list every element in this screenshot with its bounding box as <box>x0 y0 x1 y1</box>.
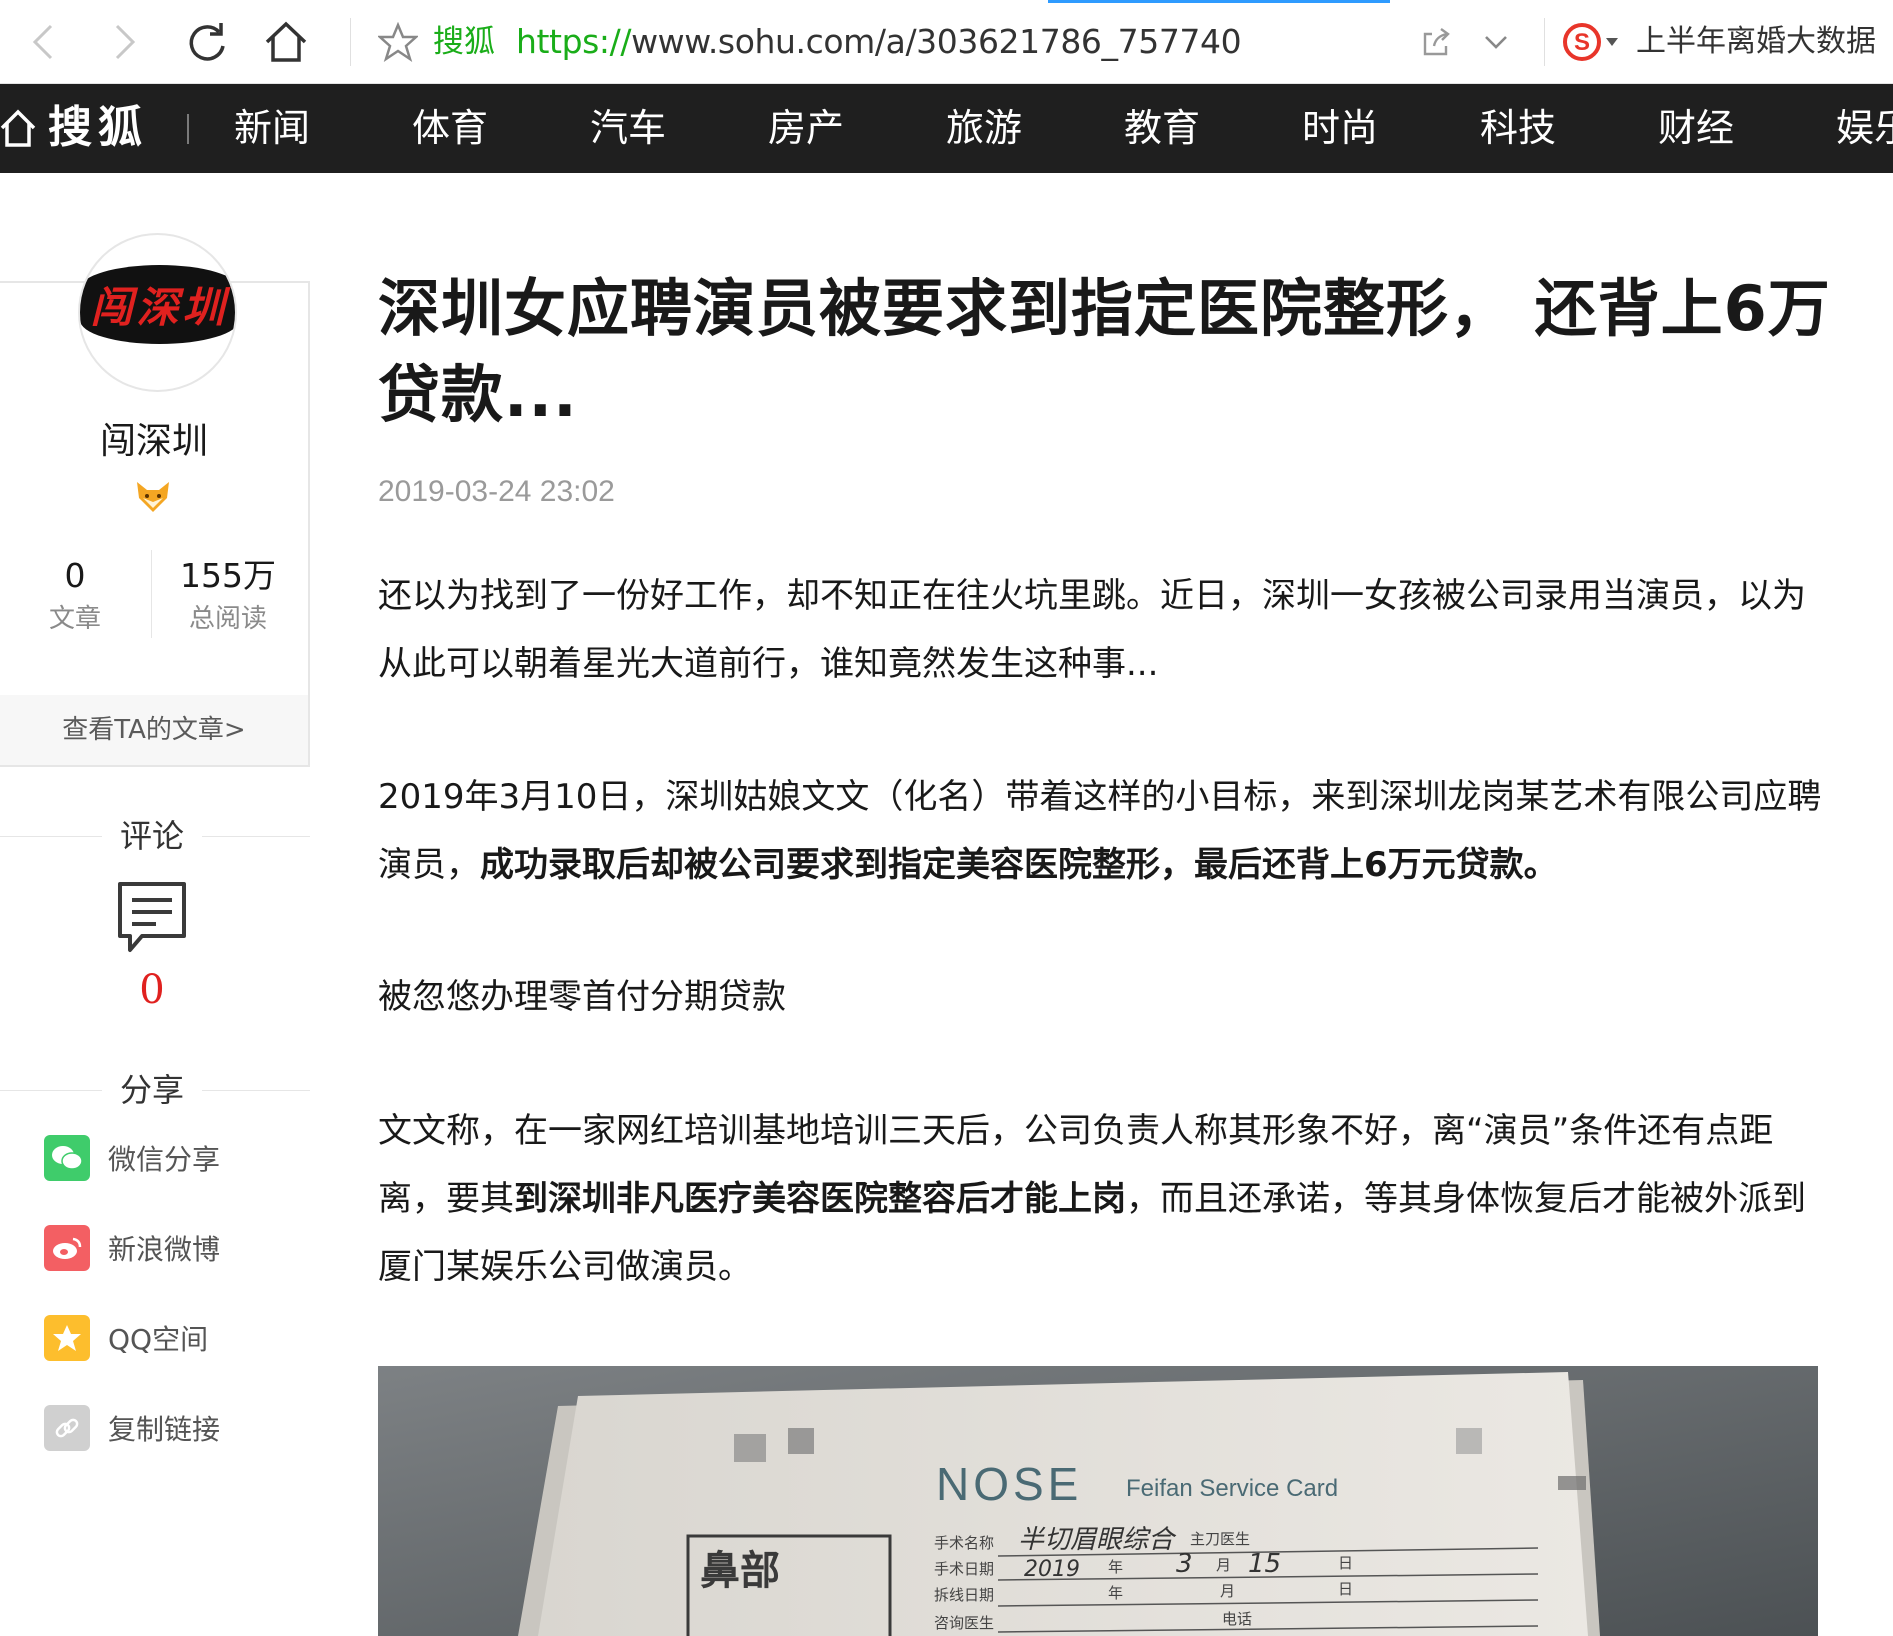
share-qzone[interactable]: QQ空间 <box>44 1315 208 1361</box>
avatar-logo: 闯深圳 <box>80 265 235 344</box>
home-icon[interactable] <box>262 18 310 66</box>
browser-toolbar: 搜狐 https://www.sohu.com/a/303621786_7577… <box>0 0 1893 84</box>
paragraph-2-bold: 成功录取后却被公司要求到指定美容医院整形，最后还背上6万元贷款。 <box>480 845 1558 885</box>
nav-item-finance[interactable]: 财经 <box>1658 98 1734 158</box>
share-qzone-label: QQ空间 <box>108 1323 209 1356</box>
card-row2-day-unit: 日 <box>1338 1554 1353 1572</box>
card-row3-day-unit: 日 <box>1338 1580 1353 1598</box>
card-subtitle: Feifan Service Card <box>1126 1475 1338 1502</box>
toolbar-divider <box>1544 18 1545 66</box>
chevron-down-icon[interactable] <box>1482 30 1510 54</box>
url-path: www.sohu.com/a/303621786_757740 <box>631 22 1242 61</box>
comments-label: 评论 <box>102 814 203 858</box>
nav-item-news[interactable]: 新闻 <box>234 98 310 158</box>
card-row2-year: 2019 <box>1024 1557 1080 1582</box>
svg-text:S: S <box>1574 29 1590 56</box>
comment-icon[interactable] <box>116 880 188 954</box>
card-row2-month: 3 <box>1176 1549 1193 1579</box>
share-wechat-label: 微信分享 <box>108 1143 221 1176</box>
share-page-icon[interactable] <box>1420 26 1452 58</box>
caret-down-icon[interactable] <box>1606 38 1618 48</box>
nav-item-entertainment[interactable]: 娱乐 <box>1836 98 1893 158</box>
card-stamp: 鼻部 <box>700 1547 780 1594</box>
articles-label: 文章 <box>48 604 101 634</box>
article-date: 2019-03-24 23:02 <box>378 475 615 508</box>
wechat-icon <box>44 1135 90 1181</box>
nav-item-education[interactable]: 教育 <box>1124 98 1200 158</box>
site-navigation: 搜狐 新闻 体育 汽车 房产 旅游 教育 时尚 科技 财经 娱乐 <box>0 84 1893 173</box>
toolbar-divider <box>350 18 351 66</box>
nav-separator <box>187 114 189 144</box>
avatar[interactable]: 闯深圳 <box>78 233 237 392</box>
weibo-icon <box>44 1225 90 1271</box>
comment-count[interactable]: 0 <box>0 964 304 1016</box>
link-icon <box>44 1405 90 1451</box>
bookmark-star-icon[interactable] <box>378 22 418 62</box>
author-name[interactable]: 闯深圳 <box>0 412 308 464</box>
article-subheading: 被忽悠办理零首付分期贷款 <box>378 977 786 1017</box>
url-protocol: https:// <box>516 22 632 61</box>
article-paragraph-1: 还以为找到了一份好工作，却不知正在往火坑里跳。近日，深圳一女孩被公司录用当演员，… <box>378 576 1806 684</box>
address-bar[interactable]: https://www.sohu.com/a/303621786_757740 <box>516 20 1242 64</box>
card-row4-label: 咨询医生 <box>934 1614 994 1632</box>
article-paragraph-4: 文文称，在一家网红培训基地培训三天后，公司负责人称其形象不好，离“演员”条件还有… <box>378 1097 1826 1301</box>
qzone-icon <box>44 1315 90 1361</box>
share-label: 分享 <box>102 1068 203 1112</box>
card-row2-month-unit: 月 <box>1216 1556 1231 1574</box>
nav-item-fashion[interactable]: 时尚 <box>1302 98 1378 158</box>
article-title: 深圳女应聘演员被要求到指定医院整形， 还背上6万贷款... <box>378 272 1831 431</box>
article-paragraph-2: 2019年3月10日，深圳姑娘文文（化名）带着这样的小目标，来到深圳龙岗某艺术有… <box>378 763 1826 899</box>
nav-item-tech[interactable]: 科技 <box>1480 98 1556 158</box>
service-card-photo: NOSE Feifan Service Card 鼻部 手术名称 半切眉眼综合 … <box>378 1366 1818 1636</box>
card-row2-year-unit: 年 <box>1108 1558 1123 1576</box>
reads-count: 155万 <box>180 556 276 595</box>
card-row2-day: 15 <box>1248 1549 1281 1579</box>
card-row1-doctor: 主刀医生 <box>1190 1530 1250 1548</box>
nav-item-travel[interactable]: 旅游 <box>946 98 1022 158</box>
sohu-logo[interactable]: 搜狐 <box>48 98 148 158</box>
site-home-icon[interactable] <box>0 108 38 148</box>
sogou-search-icon[interactable]: S <box>1562 22 1602 62</box>
card-row1-value: 半切眉眼综合 <box>1018 1525 1177 1555</box>
card-row3-year-unit: 年 <box>1108 1584 1123 1602</box>
stat-divider <box>151 550 152 638</box>
back-icon[interactable] <box>20 18 68 66</box>
reload-icon[interactable] <box>183 18 231 66</box>
share-weibo[interactable]: 新浪微博 <box>44 1225 220 1271</box>
fox-badge-icon <box>137 482 169 512</box>
avatar-text: 闯深圳 <box>90 283 229 332</box>
paragraph-4-bold: 到深圳非凡医疗美容医院整容后才能上岗 <box>514 1179 1126 1219</box>
share-copy-link[interactable]: 复制链接 <box>44 1405 220 1451</box>
hot-search-text[interactable]: 上半年离婚大数据 <box>1636 20 1876 64</box>
article-image[interactable]: NOSE Feifan Service Card 鼻部 手术名称 半切眉眼综合 … <box>378 1366 1818 1636</box>
card-brand: NOSE <box>936 1458 1082 1510</box>
articles-count: 0 <box>64 556 86 595</box>
nav-item-realestate[interactable]: 房产 <box>768 98 844 158</box>
loading-indicator <box>1048 0 1390 3</box>
card-row3-month-unit: 月 <box>1220 1582 1235 1600</box>
share-wechat[interactable]: 微信分享 <box>44 1135 220 1181</box>
view-articles-link[interactable]: 查看TA的文章> <box>0 695 308 765</box>
card-row2-label: 手术日期 <box>934 1560 994 1578</box>
url-site-label[interactable]: 搜狐 <box>433 20 495 64</box>
card-row3-label: 拆线日期 <box>934 1586 994 1604</box>
card-row4-phone: 电话 <box>1222 1610 1252 1628</box>
card-row1-label: 手术名称 <box>934 1534 994 1552</box>
reads-label: 总阅读 <box>188 604 267 634</box>
forward-icon[interactable] <box>100 18 148 66</box>
nav-item-auto[interactable]: 汽车 <box>590 98 666 158</box>
share-weibo-label: 新浪微博 <box>108 1233 221 1266</box>
share-copy-link-label: 复制链接 <box>108 1413 221 1446</box>
nav-item-sports[interactable]: 体育 <box>412 98 488 158</box>
